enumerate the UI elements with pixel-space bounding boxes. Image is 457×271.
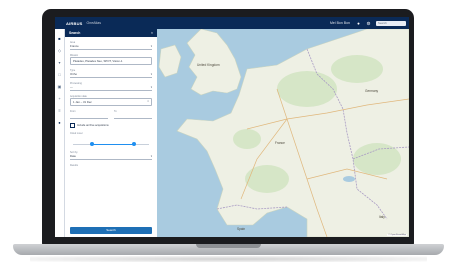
laptop-notch — [196, 244, 261, 248]
bell-icon[interactable]: ● — [356, 21, 361, 26]
map-label: Germany — [365, 89, 379, 93]
field-label: Cloud cover — [70, 132, 83, 135]
processing-field[interactable]: Processing — ▾ — [70, 82, 152, 91]
field-value: 1 Jan – 31 Dec — [73, 100, 92, 104]
list-icon[interactable]: ≡ — [57, 108, 62, 113]
from-field[interactable]: From — [70, 110, 108, 119]
calendar-icon[interactable]: □ — [57, 72, 62, 77]
to-field[interactable]: To — [114, 110, 152, 119]
forest-area — [277, 71, 337, 107]
panel-title: Search — [69, 31, 81, 35]
field-value: France — [70, 44, 79, 48]
search-button[interactable]: Search — [70, 227, 152, 234]
gear-icon[interactable]: ⚙ — [366, 21, 371, 26]
search-input[interactable]: Search — [376, 20, 406, 26]
icon-rail: ■ ◇ ▾ □ ▣ + ≡ ● — [55, 29, 65, 237]
cloud-cover-slider[interactable] — [73, 141, 149, 147]
calendar-icon[interactable]: □ — [147, 99, 149, 105]
app-header: AIRBUS OneAtlas Mel Bon Bon ● ⚙ Search — [55, 17, 409, 29]
panel-header: Search × — [65, 29, 157, 37]
close-icon[interactable]: × — [151, 31, 153, 35]
search-panel: Search × Area France ▾ Mission Pleiades, … — [65, 29, 157, 237]
image-icon[interactable]: ▣ — [57, 84, 62, 89]
chevron-down-icon: ▾ — [150, 155, 152, 158]
archive-checkbox-row[interactable]: Include archive acquisitions — [70, 123, 152, 128]
checkbox[interactable] — [70, 123, 75, 128]
user-name[interactable]: Mel Bon Bon — [330, 21, 350, 25]
field-value: Date — [70, 154, 76, 158]
type-field[interactable]: Type Ortho ▾ — [70, 69, 152, 78]
home-icon[interactable]: ■ — [57, 36, 62, 41]
date-range: From To — [70, 110, 152, 119]
lake — [343, 176, 355, 182]
filter-icon[interactable]: ▾ — [57, 60, 62, 65]
field-value: — — [70, 85, 73, 89]
plus-icon[interactable]: + — [57, 96, 62, 101]
forest-area — [245, 165, 289, 193]
chevron-down-icon: ▾ — [150, 86, 152, 89]
laptop-shadow — [30, 256, 427, 262]
brand-logo[interactable]: AIRBUS — [66, 21, 83, 26]
app-name: OneAtlas — [86, 21, 101, 25]
app-screen: AIRBUS OneAtlas Mel Bon Bon ● ⚙ Search ■… — [55, 17, 409, 237]
map-label: Italy — [379, 215, 385, 219]
slider-handle-max[interactable] — [131, 141, 136, 146]
forest-area — [331, 55, 383, 83]
map-attribution[interactable]: © OpenStreetMap — [387, 234, 407, 236]
map-label: France — [275, 141, 285, 145]
field-value: Ortho — [70, 72, 77, 76]
footer-label: Results — [70, 164, 78, 167]
checkbox-label: Include archive acquisitions — [77, 124, 109, 127]
chevron-down-icon: ▾ — [150, 73, 152, 76]
map-view[interactable]: United Kingdom France Germany Italy Spai… — [157, 29, 409, 237]
mission-field[interactable]: Mission Pleiades, Pleiades Neo, SPOT, Vi… — [70, 54, 152, 65]
layers-icon[interactable]: ◇ — [57, 48, 62, 53]
map-canvas[interactable] — [157, 29, 409, 237]
results-footer: Results — [70, 164, 152, 167]
user-icon[interactable]: ● — [57, 120, 62, 125]
area-field[interactable]: Area France ▾ — [70, 41, 152, 50]
chevron-down-icon: ▾ — [150, 45, 152, 48]
cloud-cover-field: Cloud cover — [70, 132, 152, 135]
map-label: Spain — [237, 227, 246, 231]
field-value: Pleiades, Pleiades Neo, SPOT, Vision-1 — [73, 59, 123, 63]
slider-handle-min[interactable] — [90, 141, 94, 146]
slider-fill — [92, 143, 134, 145]
date-field[interactable]: Acquisition date 1 Jan – 31 Dec □ — [70, 95, 152, 106]
sort-field[interactable]: Sort by Date ▾ — [70, 151, 152, 160]
forest-area — [233, 129, 261, 149]
laptop-mockup: AIRBUS OneAtlas Mel Bon Bon ● ⚙ Search ■… — [0, 0, 457, 271]
map-label: United Kingdom — [197, 63, 220, 67]
